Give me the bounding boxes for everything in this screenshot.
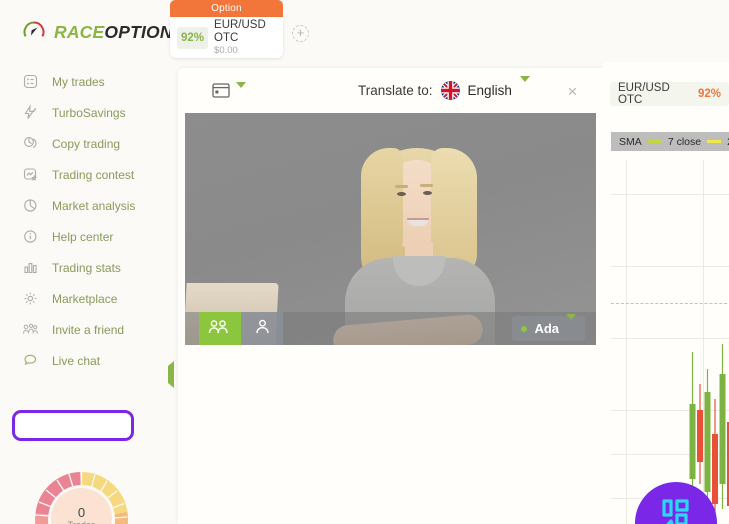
trades-list-icon xyxy=(22,73,39,90)
live-chat-highlight-box xyxy=(12,410,134,441)
agent-video: Ada xyxy=(185,113,596,345)
asset-payout-percent: 92% xyxy=(177,26,209,49)
agent-name: Ada xyxy=(534,321,559,336)
sidebar-label: Live chat xyxy=(52,353,101,368)
chart-asset-badge[interactable]: EUR/USD OTC 92% xyxy=(610,82,729,106)
translate-control[interactable]: Translate to: English xyxy=(358,75,530,100)
trades-label: Trades xyxy=(68,520,96,524)
series-2-swatch xyxy=(707,140,722,143)
sidebar-label: My trades xyxy=(52,74,105,89)
single-person-icon xyxy=(254,318,271,340)
asset-tab-header: Option xyxy=(170,0,283,17)
sidebar-item-marketplace[interactable]: Marketplace xyxy=(0,283,170,314)
add-asset-button[interactable]: + xyxy=(292,25,309,42)
chart-indicator-legend[interactable]: SMA 7 close 2 xyxy=(611,132,729,151)
sidebar-label: Marketplace xyxy=(52,291,118,306)
sidebar-label: Copy trading xyxy=(52,136,121,151)
agent-name-chip[interactable]: Ada xyxy=(512,313,585,341)
trades-donut-widget: 0 Trades xyxy=(33,470,130,524)
chart-gridlines xyxy=(603,160,729,524)
asset-symbol: EUR/USD OTC xyxy=(214,18,266,44)
sidebar-label: TurboSavings xyxy=(52,105,126,120)
translate-label: Translate to: xyxy=(358,83,433,98)
chart-area: EUR/USD OTC 92% SMA 7 close 2 xyxy=(603,62,729,524)
sidebar-item-live-chat[interactable]: Live chat xyxy=(0,345,170,376)
sidebar: My trades TurboSavings Copy trading Trad… xyxy=(0,62,170,524)
agent-chevron-down-icon[interactable] xyxy=(566,313,576,338)
app-root: RACEOPTION Option 92% EUR/USD OTC $0.00 … xyxy=(0,0,729,524)
series-1-swatch xyxy=(647,140,662,143)
status-dot-icon xyxy=(521,325,528,332)
top-bar: RACEOPTION Option 92% EUR/USD OTC $0.00 … xyxy=(0,0,729,62)
series-1-label: 7 close xyxy=(667,135,702,148)
sidebar-item-help-center[interactable]: Help center xyxy=(0,221,170,252)
language-value: English xyxy=(467,83,512,98)
sidebar-item-trading-contest[interactable]: Trading contest xyxy=(0,159,170,190)
language-chevron-down-icon[interactable] xyxy=(519,75,530,100)
video-toolbar: Ada xyxy=(185,312,596,345)
pie-chart-icon xyxy=(22,197,39,214)
contest-chart-icon xyxy=(22,166,39,183)
chat-bubble-icon xyxy=(22,352,39,369)
click-cursor-icon xyxy=(650,495,702,524)
sidebar-label: Trading stats xyxy=(52,260,121,275)
speedometer-icon xyxy=(22,20,46,44)
sidebar-item-my-trades[interactable]: My trades xyxy=(0,66,170,97)
sidebar-item-market-analysis[interactable]: Market analysis xyxy=(0,190,170,221)
trades-count: 0 xyxy=(77,505,86,520)
sidebar-label: Trading contest xyxy=(52,167,135,182)
card-window-icon[interactable] xyxy=(212,83,230,98)
asset-tab[interactable]: Option 92% EUR/USD OTC $0.00 xyxy=(170,0,283,58)
bar-chart-icon xyxy=(22,259,39,276)
sidebar-item-trading-stats[interactable]: Trading stats xyxy=(0,252,170,283)
logo-text-option: OPTION xyxy=(104,21,173,42)
gear-icon xyxy=(22,290,39,307)
lightning-bolt-icon xyxy=(22,104,39,121)
people-group-icon xyxy=(22,321,39,338)
info-circle-icon xyxy=(22,228,39,245)
copy-circles-icon xyxy=(22,135,39,152)
uk-flag-icon xyxy=(440,81,460,100)
live-chat-panel: Translate to: English × Ada xyxy=(168,68,603,524)
people-group-icon xyxy=(208,318,232,340)
brand-logo[interactable]: RACEOPTION xyxy=(22,20,173,44)
group-chat-button[interactable] xyxy=(199,312,241,345)
close-icon[interactable]: × xyxy=(565,83,580,100)
asset-tab-body[interactable]: 92% EUR/USD OTC $0.00 xyxy=(170,17,283,58)
indicator-name: SMA xyxy=(619,135,642,148)
sidebar-label: Invite a friend xyxy=(52,322,125,337)
sidebar-label: Market analysis xyxy=(52,198,136,213)
chart-asset-percent: 92% xyxy=(697,88,721,100)
logo-text-race: RACE xyxy=(54,21,105,42)
sidebar-item-copy-trading[interactable]: Copy trading xyxy=(0,128,170,159)
current-price-line xyxy=(611,303,729,304)
chevron-down-icon[interactable] xyxy=(236,82,246,106)
single-chat-button[interactable] xyxy=(241,312,283,345)
sidebar-item-invite-a-friend[interactable]: Invite a friend xyxy=(0,314,170,345)
chart-asset-symbol: EUR/USD OTC xyxy=(618,82,670,106)
asset-price: $0.00 xyxy=(214,44,238,56)
sidebar-label: Help center xyxy=(52,229,114,244)
chat-panel-header: Translate to: English × xyxy=(178,68,603,113)
sidebar-item-turbosavings[interactable]: TurboSavings xyxy=(0,97,170,128)
